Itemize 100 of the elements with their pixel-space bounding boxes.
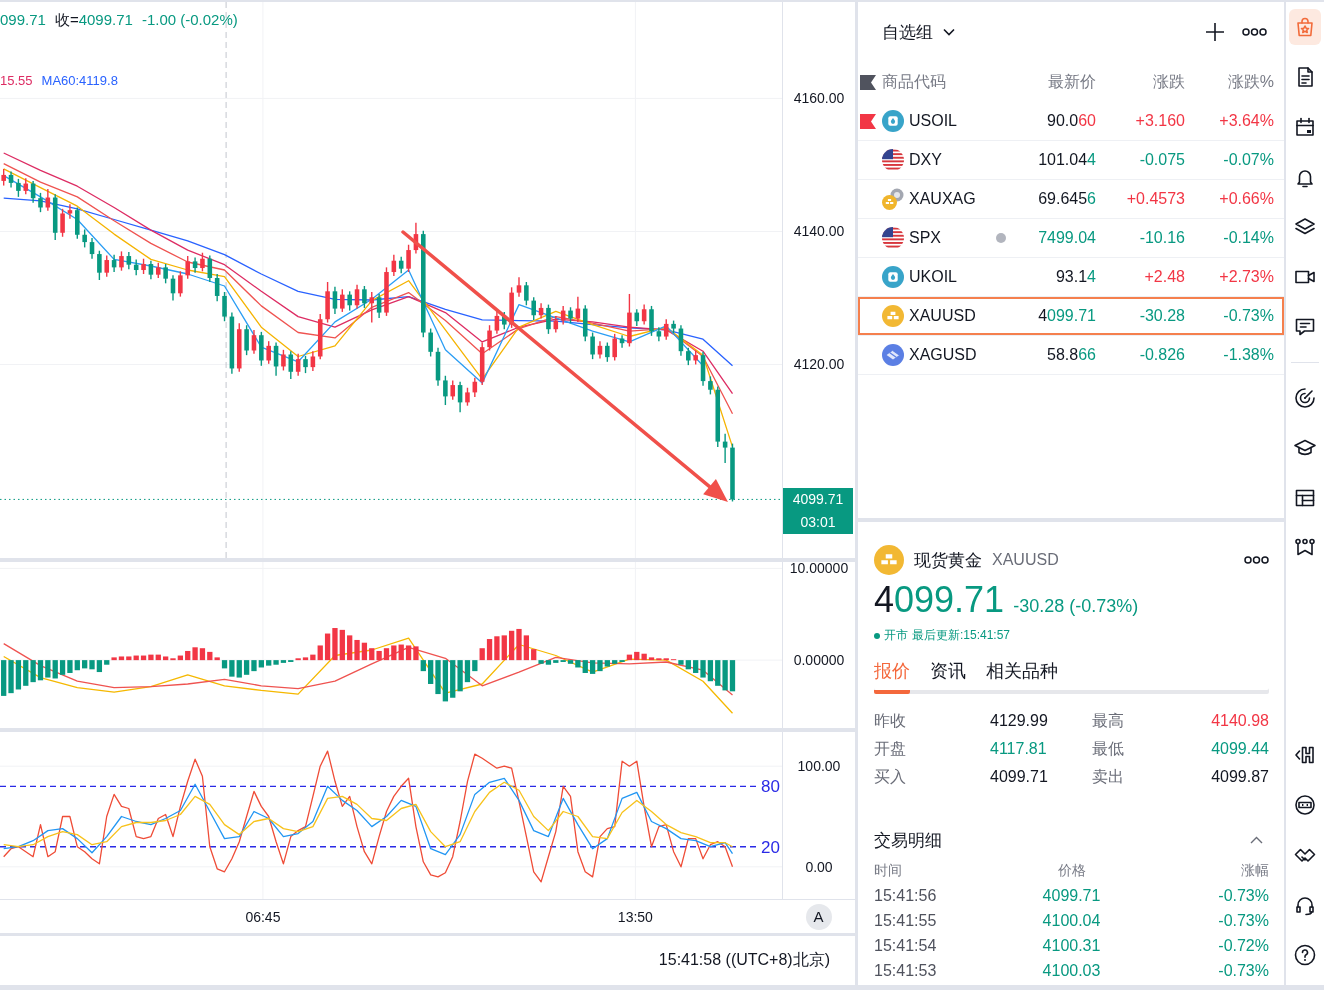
candle: [156, 262, 161, 279]
section-title: 交易明细: [874, 829, 942, 852]
candle: [178, 270, 183, 298]
candle: [141, 258, 146, 275]
change-text: +0.4573: [1125, 190, 1185, 208]
candle: [450, 379, 455, 401]
candle: [75, 206, 80, 240]
coin-icon: [882, 344, 904, 366]
candle: [612, 333, 617, 362]
candle: [693, 349, 698, 366]
price-text: 69.6456: [1038, 190, 1096, 208]
instrument-symbol: XAUUSD: [992, 551, 1059, 569]
countdown-tag: 03:01: [783, 510, 853, 534]
drop-icon: [882, 266, 904, 288]
trade-time: 15:41:56: [874, 886, 938, 906]
candle: [428, 327, 433, 358]
candle: [546, 303, 551, 335]
candle: [568, 306, 573, 324]
legend-item: 099.71: [0, 10, 46, 30]
symbol-text: USOIL: [909, 112, 957, 130]
column-header: 涨幅: [1240, 861, 1269, 880]
stat-label: 最低: [1092, 739, 1125, 759]
stat-value: 4099.71: [990, 767, 1049, 787]
candle: [281, 349, 286, 372]
more-icon[interactable]: [1244, 556, 1269, 564]
change-text: -0.075: [1138, 151, 1185, 169]
help-icon[interactable]: [1293, 943, 1317, 967]
chevron-down-icon: [943, 28, 955, 36]
chevron-up-icon[interactable]: [1250, 836, 1263, 844]
candle: [251, 329, 257, 355]
auto-scale-button[interactable]: A: [805, 903, 832, 930]
watchlist-row[interactable]: SPX 7499.04 -10.16 -0.14%: [858, 219, 1284, 258]
symbol-text: XAUUSD: [909, 307, 976, 325]
trade-price: 4100.04: [1042, 911, 1101, 931]
candle: [502, 311, 507, 330]
trade-change: -0.72%: [1217, 936, 1269, 956]
coins-icon: [882, 188, 904, 210]
watchlist-row[interactable]: XAGUSD 58.866 -0.826 -1.38%: [858, 336, 1284, 375]
candle: [509, 286, 514, 329]
candle: [1, 168, 6, 187]
candle: [347, 290, 352, 312]
change-text: -10.16: [1138, 229, 1185, 247]
trade-change: -0.73%: [1217, 961, 1269, 981]
candle: [119, 250, 124, 272]
tab[interactable]: 资讯: [930, 660, 966, 694]
candle: [531, 296, 536, 321]
candle: [8, 170, 14, 189]
flag-icon: [882, 149, 904, 171]
trade-price: 4099.71: [1042, 886, 1101, 906]
candle: [325, 281, 330, 324]
update-time: 最后更新:15:41:57: [912, 627, 1011, 644]
calendar-icon[interactable]: [1293, 115, 1317, 139]
column-header[interactable]: 涨跌%: [1185, 71, 1274, 93]
watchlist-row[interactable]: USOIL 90.060 +3.160 +3.64%: [858, 102, 1284, 141]
candle: [384, 266, 389, 317]
candle: [332, 285, 338, 315]
stat-value: 4099.44: [1211, 739, 1269, 759]
change-percent-text: +0.66%: [1218, 190, 1274, 208]
column-header[interactable]: 涨跌: [1096, 71, 1185, 93]
watchlist-row[interactable]: DXY 101.044 -0.075 -0.07%: [858, 141, 1284, 180]
candle: [494, 310, 500, 335]
candle: [605, 341, 610, 363]
reference-label: 80: [761, 777, 780, 797]
candle: [362, 285, 367, 309]
symbol-text: UKOIL: [909, 268, 957, 286]
column-header[interactable]: 商品代码: [882, 71, 996, 93]
bag-icon[interactable]: [1289, 9, 1321, 45]
flag-icon: [882, 227, 904, 249]
candle: [538, 302, 544, 320]
stat-value: 4140.98: [1211, 711, 1269, 731]
column-header[interactable]: 最新价: [996, 71, 1096, 93]
stat-label: 最高: [1092, 711, 1125, 731]
tab[interactable]: 相关品种: [986, 660, 1058, 694]
legend-item: 收=4099.71: [54, 10, 133, 30]
target-icon[interactable]: [1293, 386, 1317, 410]
price-text: 93.14: [1055, 268, 1096, 286]
watchlist-row[interactable]: UKOIL 93.14 +2.48 +2.73%: [858, 258, 1284, 297]
legend-change: -1.00 (-0.02%): [141, 10, 238, 30]
price-change: -30.28 (-0.73%): [1013, 596, 1139, 617]
group-dropdown[interactable]: 自选组: [882, 20, 955, 44]
axis-label: 10.00000: [789, 562, 849, 577]
trade-change: -0.73%: [1217, 886, 1269, 906]
instrument-name: 现货黄金: [914, 549, 982, 572]
change-percent-text: +3.64%: [1218, 112, 1274, 130]
candle: [487, 324, 492, 352]
trade-price: 4100.31: [1042, 936, 1101, 956]
candle: [266, 340, 271, 365]
trade-price: 4100.03: [1042, 961, 1101, 981]
status-dot-icon: [874, 632, 880, 639]
robot-icon[interactable]: [1293, 793, 1317, 817]
plus-icon[interactable]: [1205, 22, 1225, 42]
more-icon[interactable]: [1242, 28, 1267, 36]
candle: [148, 260, 154, 281]
candle: [16, 178, 21, 198]
price-text: 7499.04: [1038, 229, 1096, 247]
watchlist-row[interactable]: XAUXAG 69.6456 +0.4573 +0.66%: [858, 180, 1284, 219]
candle: [38, 192, 43, 213]
watchlist-row[interactable]: XAUUSD 4099.71 -30.28 -0.73%: [858, 297, 1284, 336]
symbol-text: XAGUSD: [909, 346, 977, 364]
candle: [259, 331, 264, 367]
